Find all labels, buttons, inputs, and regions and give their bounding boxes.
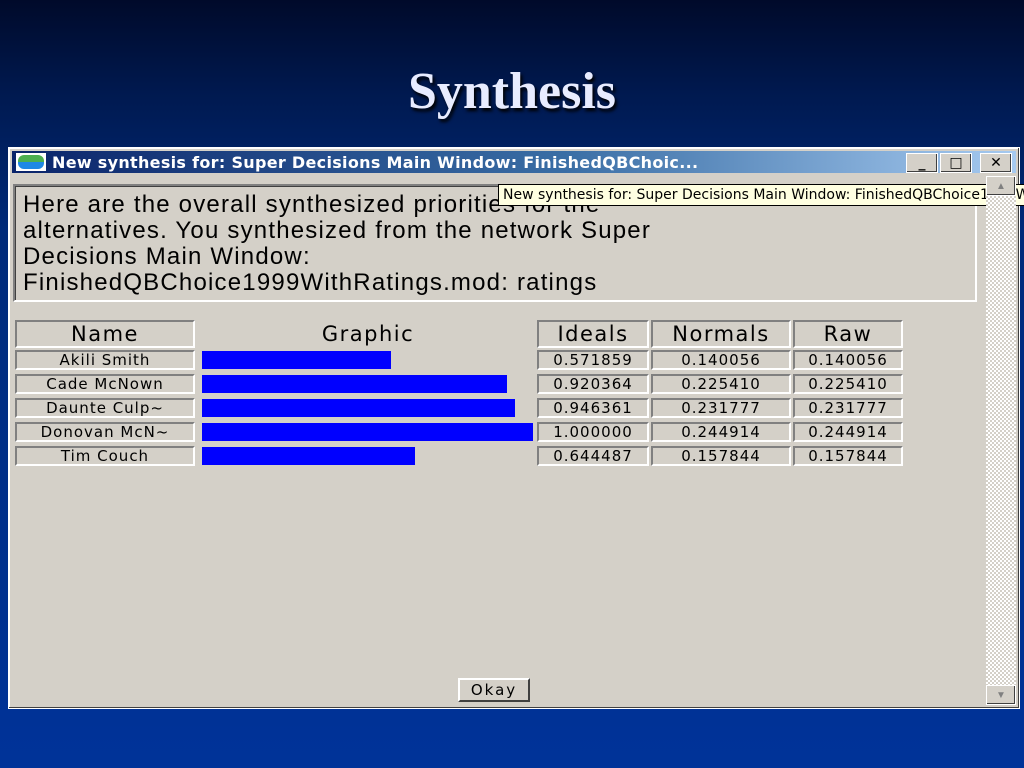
row-raw: 0.231777: [793, 398, 903, 418]
row-normals: 0.231777: [651, 398, 791, 418]
message-line: Decisions Main Window:: [23, 243, 311, 270]
row-raw: 0.225410: [793, 374, 903, 394]
row-name[interactable]: Akili Smith: [15, 350, 195, 370]
row-ideals: 0.946361: [537, 398, 649, 418]
priority-bar: [202, 375, 507, 393]
window-titlebar[interactable]: New synthesis for: Super Decisions Main …: [12, 151, 1016, 173]
scroll-down-button[interactable]: ▼: [986, 685, 1016, 705]
row-name[interactable]: Daunte Culp~: [15, 398, 195, 418]
row-normals: 0.140056: [651, 350, 791, 370]
title-tooltip: New synthesis for: Super Decisions Main …: [498, 184, 1024, 206]
scroll-up-button[interactable]: ▲: [986, 176, 1016, 196]
synthesis-window: New synthesis for: Super Decisions Main …: [8, 147, 1024, 709]
window-title: New synthesis for: Super Decisions Main …: [52, 152, 699, 172]
row-ideals: 0.644487: [537, 446, 649, 466]
row-ideals: 0.920364: [537, 374, 649, 394]
column-header-name[interactable]: Name: [15, 320, 195, 348]
row-normals: 0.225410: [651, 374, 791, 394]
maximize-icon: □: [949, 155, 963, 171]
okay-button[interactable]: Okay: [458, 678, 530, 702]
row-name[interactable]: Cade McNown: [15, 374, 195, 394]
column-header-ideals[interactable]: Ideals: [537, 320, 649, 348]
maximize-button[interactable]: □: [940, 153, 972, 173]
row-ideals: 1.000000: [537, 422, 649, 442]
priority-bar: [202, 447, 415, 465]
row-normals: 0.157844: [651, 446, 791, 466]
column-header-graphic: Graphic: [321, 322, 415, 346]
column-header-raw[interactable]: Raw: [793, 320, 903, 348]
row-normals: 0.244914: [651, 422, 791, 442]
super-decisions-app-icon[interactable]: [16, 153, 46, 171]
row-raw: 0.140056: [793, 350, 903, 370]
arrow-up-icon: ▲: [996, 180, 1006, 192]
row-ideals: 0.571859: [537, 350, 649, 370]
row-raw: 0.157844: [793, 446, 903, 466]
vertical-scrollbar[interactable]: ▲ ▼: [986, 176, 1016, 705]
priority-bar: [202, 351, 391, 369]
close-button[interactable]: ✕: [980, 153, 1012, 173]
row-name[interactable]: Donovan McN~: [15, 422, 195, 442]
priority-bar: [202, 399, 515, 417]
slide-title: Synthesis: [407, 63, 617, 120]
row-name[interactable]: Tim Couch: [15, 446, 195, 466]
message-line: FinishedQBChoice1999WithRatings.mod: rat…: [23, 269, 598, 296]
priority-bar: [202, 423, 533, 441]
arrow-down-icon: ▼: [996, 689, 1006, 701]
row-raw: 0.244914: [793, 422, 903, 442]
minimize-button[interactable]: _: [906, 153, 938, 173]
close-icon: ✕: [990, 155, 1002, 171]
column-header-normals[interactable]: Normals: [651, 320, 791, 348]
minimize-icon: _: [918, 155, 926, 171]
message-line: alternatives. You synthesized from the n…: [23, 217, 652, 244]
